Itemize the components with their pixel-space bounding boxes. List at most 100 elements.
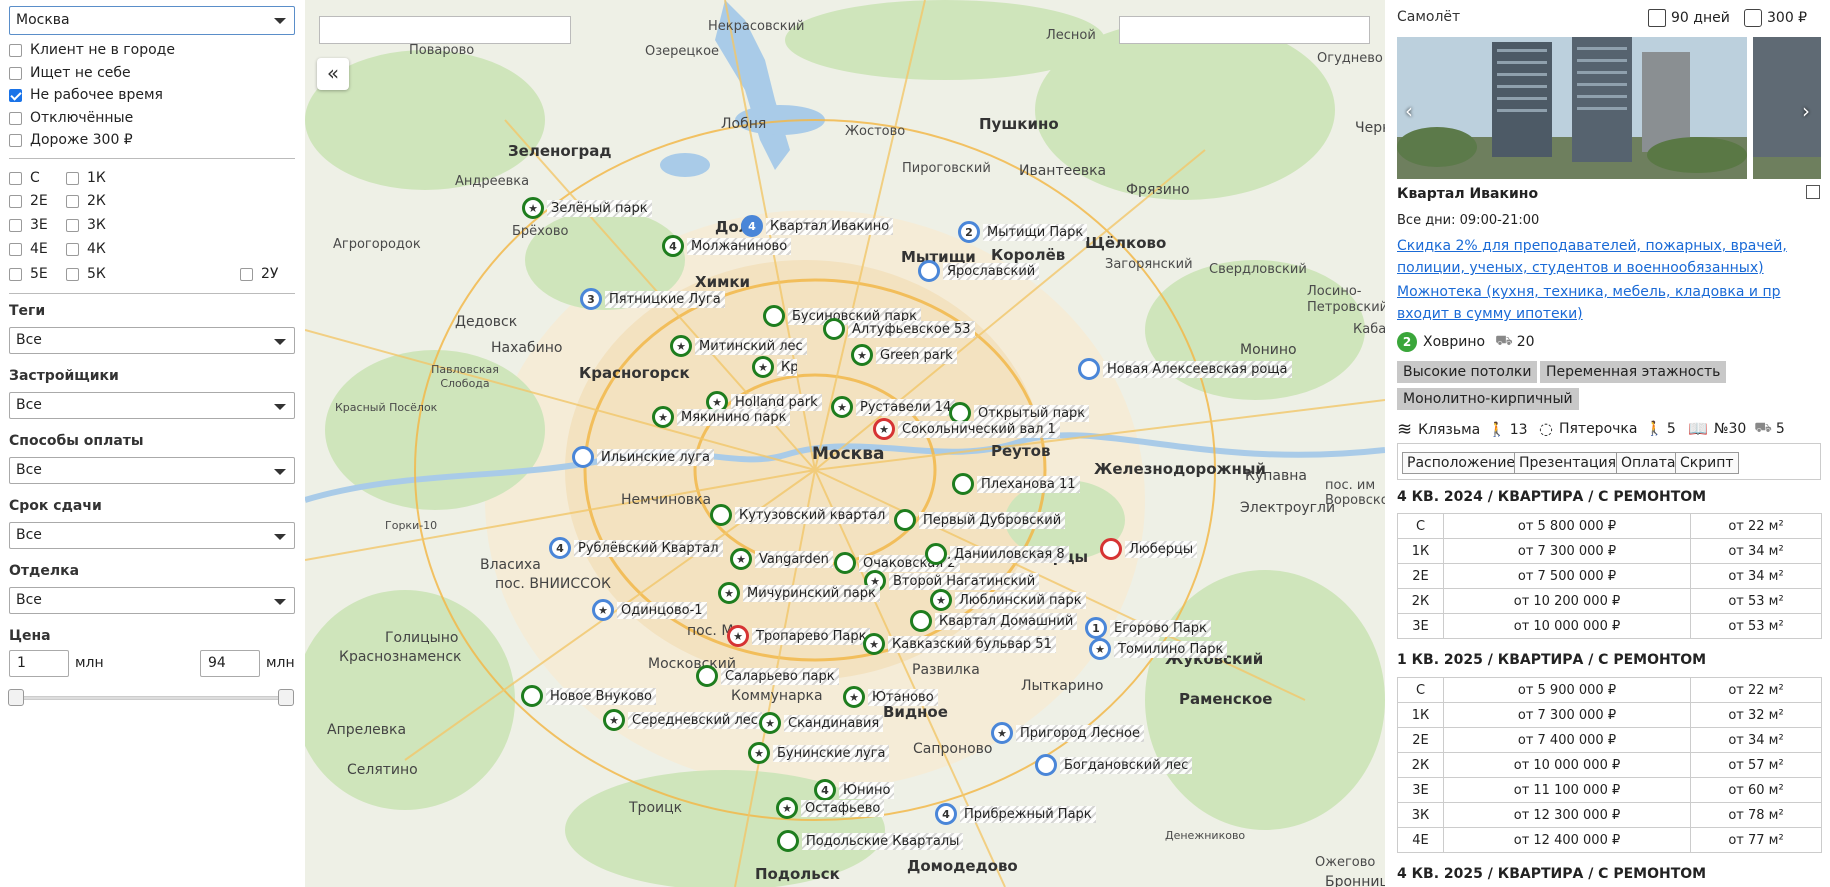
city-select[interactable]: Москва	[9, 6, 295, 35]
checkbox-more-than-300[interactable]: Дороже 300 ₽	[9, 132, 133, 148]
finishing-select[interactable]: Все	[9, 587, 295, 614]
checkbox-box[interactable]	[9, 171, 22, 185]
room-type-label: 2К	[87, 193, 106, 209]
checkbox-client-out-of-town[interactable]: Клиент не в городе	[9, 42, 175, 58]
complex-marker[interactable]: 4 Квартал Ивакино	[741, 215, 894, 237]
checkbox-box[interactable]	[9, 66, 22, 80]
poi-school-time: 5	[1775, 420, 1785, 437]
tab-script[interactable]: Скрипт	[1675, 452, 1739, 474]
price-slider-track[interactable]	[16, 696, 286, 700]
room-type-5e[interactable]: 5Е	[9, 266, 48, 282]
price-slider-max-handle[interactable]	[278, 689, 294, 706]
complex-marker[interactable]: Кутузовский квартал	[710, 504, 890, 526]
complex-marker[interactable]: ★ Середневский лес	[603, 709, 762, 731]
complex-marker[interactable]: Алтуфьевское 53	[823, 318, 975, 340]
room-type-3k[interactable]: 3К	[66, 217, 106, 233]
room-type-3e[interactable]: 3Е	[9, 217, 48, 233]
map-view[interactable]: « Зеленоград Андреевка Брёхово Поварово …	[305, 0, 1385, 887]
developers-select[interactable]: Все	[9, 392, 295, 419]
checkbox-box[interactable]	[9, 43, 22, 57]
complex-marker[interactable]: ★Кронштадтский	[752, 356, 797, 378]
complex-marker[interactable]: Данииловская 8	[925, 543, 1069, 565]
complex-marker[interactable]: Люберцы	[1100, 538, 1198, 560]
promo-link-discount[interactable]: Скидка 2% для преподавателей, пожарных, …	[1397, 235, 1817, 279]
car-icon: ⛟	[1495, 333, 1513, 349]
promo-link-mozhnoteka[interactable]: Можнотека (кухня, техника, мебель, кладо…	[1397, 281, 1817, 325]
collapse-panel-button[interactable]: «	[317, 58, 349, 90]
complex-marker[interactable]: ★ Бунинские луга	[748, 742, 890, 764]
checkbox-box[interactable]	[9, 267, 22, 281]
map-search-left[interactable]	[319, 16, 571, 44]
deadline-select[interactable]: Все	[9, 522, 295, 549]
complex-marker[interactable]: ★ Одинцово-1	[592, 599, 707, 621]
checkbox-box[interactable]	[66, 267, 79, 281]
room-type-2e[interactable]: 2Е	[9, 193, 48, 209]
payment-select[interactable]: Все	[9, 457, 295, 484]
photo-prev-arrow[interactable]: ‹	[1405, 99, 1413, 123]
checkbox-box-checked[interactable]	[9, 88, 22, 102]
checkbox-box[interactable]	[9, 194, 22, 208]
complex-marker[interactable]: Плеханова 11	[952, 473, 1080, 495]
complex-marker[interactable]: Новая Алексеевская роща	[1078, 358, 1292, 380]
complex-marker[interactable]: 3 Пятницкие Луга	[580, 288, 725, 310]
complex-marker[interactable]: ★ Ютаново	[843, 686, 938, 708]
complex-marker[interactable]: ★ Мичуринский парк	[718, 582, 880, 604]
checkbox-not-for-self[interactable]: Ищет не себе	[9, 65, 131, 81]
room-type-4e[interactable]: 4Е	[9, 241, 48, 257]
map-search-right[interactable]	[1119, 16, 1370, 44]
complex-marker[interactable]: Квартал Домашний	[910, 610, 1078, 632]
complex-marker[interactable]: ★ Томилино Парк	[1089, 638, 1228, 660]
complex-marker[interactable]: ★ Green park	[851, 344, 957, 366]
complex-marker[interactable]: ★ Пригород Лесное	[991, 722, 1144, 744]
complex-marker[interactable]: Ярославский	[918, 260, 1040, 282]
complex-marker[interactable]: ★ Vangarden	[730, 548, 833, 570]
room-type-2u[interactable]: 2У	[240, 266, 278, 282]
tags-select[interactable]: Все	[9, 327, 295, 354]
checkbox-box[interactable]	[66, 242, 79, 256]
checkbox-box[interactable]	[66, 194, 79, 208]
complex-marker[interactable]: 4 Рублёвский Квартал	[549, 537, 723, 559]
checkbox-box[interactable]	[9, 111, 22, 125]
complex-marker[interactable]: Богдановский лес	[1035, 754, 1193, 776]
complex-marker[interactable]: Подольские Кварталы	[777, 830, 964, 852]
complex-marker[interactable]: ★ Кавказский бульвар 51	[863, 633, 1056, 655]
complex-marker[interactable]: 4 Прибрежный Парк	[935, 803, 1096, 825]
checkbox-box[interactable]	[66, 218, 79, 232]
complex-marker[interactable]: ★ Руставели 14	[831, 396, 956, 418]
checkbox-box[interactable]	[9, 218, 22, 232]
checkbox-disabled[interactable]: Отключённые	[9, 110, 133, 126]
complex-marker[interactable]: ★ Мякинино парк	[652, 406, 791, 428]
room-type-1k[interactable]: 1К	[66, 170, 106, 186]
complex-marker[interactable]: Новое Внуково	[521, 685, 657, 707]
complex-marker[interactable]: ★ Сокольнический вал 1	[873, 418, 1060, 440]
checkbox-box[interactable]	[9, 133, 22, 147]
complex-marker[interactable]: 4 Молжаниново	[662, 235, 792, 257]
complex-marker[interactable]: Первый Дубровский	[894, 509, 1066, 531]
tab-location[interactable]: Расположение	[1402, 452, 1521, 474]
price-max-input[interactable]: 94	[200, 650, 260, 677]
complex-marker[interactable]: ★ Скандинавия	[759, 712, 884, 734]
external-link-icon[interactable]	[1806, 185, 1820, 199]
checkbox-box[interactable]	[240, 267, 253, 281]
room-type-5k[interactable]: 5К	[66, 266, 106, 282]
photo-next-arrow[interactable]: ›	[1802, 99, 1810, 123]
complex-marker[interactable]: ★ Митинский лес	[670, 335, 807, 357]
tab-presentation[interactable]: Презентация	[1514, 452, 1622, 474]
price-slider-min-handle[interactable]	[8, 689, 24, 706]
complex-marker[interactable]: Ильинские луга	[572, 446, 715, 468]
checkbox-box[interactable]	[66, 171, 79, 185]
complex-marker[interactable]: ★ Зелёный парк	[522, 197, 652, 219]
room-type-s[interactable]: С	[9, 170, 40, 186]
price-min-input[interactable]: 1	[9, 650, 69, 677]
complex-marker[interactable]: ★ Люблинский парк	[930, 589, 1086, 611]
complex-marker[interactable]: 1 Егорово Парк	[1085, 617, 1211, 639]
checkbox-non-working-time[interactable]: Не рабочее время	[9, 87, 163, 103]
room-type-2k[interactable]: 2К	[66, 193, 106, 209]
complex-marker[interactable]: 2 Мытищи Парк	[958, 221, 1088, 243]
complex-marker[interactable]: ★ Остафьево	[776, 797, 885, 819]
room-type-4k[interactable]: 4К	[66, 241, 106, 257]
complex-marker[interactable]: ★ Тропарево Парк	[727, 625, 871, 647]
complex-marker[interactable]: Саларьево парк	[696, 665, 839, 687]
checkbox-box[interactable]	[9, 242, 22, 256]
tab-payment[interactable]: Оплата	[1616, 452, 1681, 474]
